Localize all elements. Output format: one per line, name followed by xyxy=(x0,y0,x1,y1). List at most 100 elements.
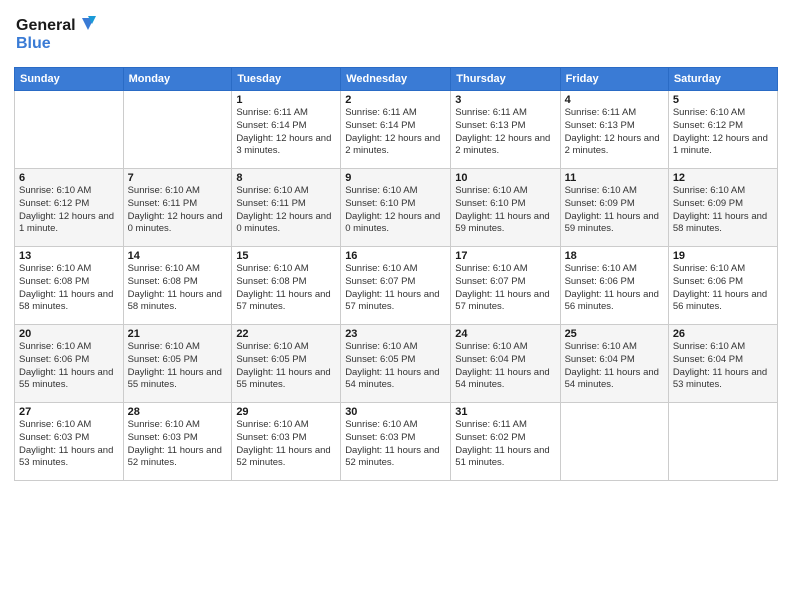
logo-icon: General Blue xyxy=(14,10,104,54)
day-number: 8 xyxy=(236,172,336,184)
day-info: Sunrise: 6:10 AM Sunset: 6:09 PM Dayligh… xyxy=(565,185,664,236)
day-info: Sunrise: 6:11 AM Sunset: 6:13 PM Dayligh… xyxy=(455,107,555,158)
logo: General Blue xyxy=(14,10,104,59)
day-number: 5 xyxy=(673,94,773,106)
day-number: 7 xyxy=(128,172,228,184)
day-info: Sunrise: 6:11 AM Sunset: 6:14 PM Dayligh… xyxy=(345,107,446,158)
day-cell xyxy=(15,91,124,169)
day-info: Sunrise: 6:10 AM Sunset: 6:03 PM Dayligh… xyxy=(128,419,228,470)
day-cell: 19Sunrise: 6:10 AM Sunset: 6:06 PM Dayli… xyxy=(668,247,777,325)
header-cell-monday: Monday xyxy=(123,68,232,91)
day-info: Sunrise: 6:10 AM Sunset: 6:05 PM Dayligh… xyxy=(128,341,228,392)
day-cell xyxy=(668,403,777,481)
day-number: 31 xyxy=(455,406,555,418)
day-info: Sunrise: 6:10 AM Sunset: 6:12 PM Dayligh… xyxy=(19,185,119,236)
day-cell xyxy=(123,91,232,169)
day-info: Sunrise: 6:10 AM Sunset: 6:11 PM Dayligh… xyxy=(128,185,228,236)
day-info: Sunrise: 6:10 AM Sunset: 6:05 PM Dayligh… xyxy=(236,341,336,392)
day-number: 29 xyxy=(236,406,336,418)
day-cell: 2Sunrise: 6:11 AM Sunset: 6:14 PM Daylig… xyxy=(341,91,451,169)
day-info: Sunrise: 6:10 AM Sunset: 6:06 PM Dayligh… xyxy=(565,263,664,314)
day-cell: 13Sunrise: 6:10 AM Sunset: 6:08 PM Dayli… xyxy=(15,247,124,325)
day-number: 3 xyxy=(455,94,555,106)
day-number: 23 xyxy=(345,328,446,340)
day-info: Sunrise: 6:10 AM Sunset: 6:05 PM Dayligh… xyxy=(345,341,446,392)
day-number: 30 xyxy=(345,406,446,418)
day-info: Sunrise: 6:10 AM Sunset: 6:03 PM Dayligh… xyxy=(19,419,119,470)
day-cell: 5Sunrise: 6:10 AM Sunset: 6:12 PM Daylig… xyxy=(668,91,777,169)
day-info: Sunrise: 6:10 AM Sunset: 6:04 PM Dayligh… xyxy=(455,341,555,392)
day-cell: 23Sunrise: 6:10 AM Sunset: 6:05 PM Dayli… xyxy=(341,325,451,403)
day-number: 26 xyxy=(673,328,773,340)
day-number: 2 xyxy=(345,94,446,106)
day-number: 24 xyxy=(455,328,555,340)
day-cell: 29Sunrise: 6:10 AM Sunset: 6:03 PM Dayli… xyxy=(232,403,341,481)
day-number: 17 xyxy=(455,250,555,262)
day-info: Sunrise: 6:10 AM Sunset: 6:03 PM Dayligh… xyxy=(236,419,336,470)
day-cell: 17Sunrise: 6:10 AM Sunset: 6:07 PM Dayli… xyxy=(451,247,560,325)
day-info: Sunrise: 6:10 AM Sunset: 6:03 PM Dayligh… xyxy=(345,419,446,470)
page: General Blue SundayMondayTuesdayWednesda… xyxy=(0,0,792,612)
header-cell-thursday: Thursday xyxy=(451,68,560,91)
day-info: Sunrise: 6:11 AM Sunset: 6:13 PM Dayligh… xyxy=(565,107,664,158)
day-cell: 24Sunrise: 6:10 AM Sunset: 6:04 PM Dayli… xyxy=(451,325,560,403)
day-info: Sunrise: 6:10 AM Sunset: 6:09 PM Dayligh… xyxy=(673,185,773,236)
day-number: 13 xyxy=(19,250,119,262)
week-row-4: 20Sunrise: 6:10 AM Sunset: 6:06 PM Dayli… xyxy=(15,325,778,403)
day-cell: 26Sunrise: 6:10 AM Sunset: 6:04 PM Dayli… xyxy=(668,325,777,403)
day-cell: 15Sunrise: 6:10 AM Sunset: 6:08 PM Dayli… xyxy=(232,247,341,325)
day-cell: 28Sunrise: 6:10 AM Sunset: 6:03 PM Dayli… xyxy=(123,403,232,481)
svg-text:General: General xyxy=(16,17,76,34)
day-cell: 21Sunrise: 6:10 AM Sunset: 6:05 PM Dayli… xyxy=(123,325,232,403)
header-cell-sunday: Sunday xyxy=(15,68,124,91)
day-info: Sunrise: 6:11 AM Sunset: 6:14 PM Dayligh… xyxy=(236,107,336,158)
day-info: Sunrise: 6:10 AM Sunset: 6:07 PM Dayligh… xyxy=(345,263,446,314)
day-cell: 1Sunrise: 6:11 AM Sunset: 6:14 PM Daylig… xyxy=(232,91,341,169)
header-cell-saturday: Saturday xyxy=(668,68,777,91)
day-number: 27 xyxy=(19,406,119,418)
header-cell-wednesday: Wednesday xyxy=(341,68,451,91)
day-number: 18 xyxy=(565,250,664,262)
day-info: Sunrise: 6:11 AM Sunset: 6:02 PM Dayligh… xyxy=(455,419,555,470)
week-row-2: 6Sunrise: 6:10 AM Sunset: 6:12 PM Daylig… xyxy=(15,169,778,247)
day-info: Sunrise: 6:10 AM Sunset: 6:10 PM Dayligh… xyxy=(345,185,446,236)
day-cell: 16Sunrise: 6:10 AM Sunset: 6:07 PM Dayli… xyxy=(341,247,451,325)
day-info: Sunrise: 6:10 AM Sunset: 6:06 PM Dayligh… xyxy=(19,341,119,392)
day-info: Sunrise: 6:10 AM Sunset: 6:10 PM Dayligh… xyxy=(455,185,555,236)
day-cell: 9Sunrise: 6:10 AM Sunset: 6:10 PM Daylig… xyxy=(341,169,451,247)
day-cell: 18Sunrise: 6:10 AM Sunset: 6:06 PM Dayli… xyxy=(560,247,668,325)
day-cell: 6Sunrise: 6:10 AM Sunset: 6:12 PM Daylig… xyxy=(15,169,124,247)
day-info: Sunrise: 6:10 AM Sunset: 6:06 PM Dayligh… xyxy=(673,263,773,314)
day-number: 25 xyxy=(565,328,664,340)
day-info: Sunrise: 6:10 AM Sunset: 6:08 PM Dayligh… xyxy=(19,263,119,314)
day-number: 4 xyxy=(565,94,664,106)
day-number: 14 xyxy=(128,250,228,262)
day-cell: 12Sunrise: 6:10 AM Sunset: 6:09 PM Dayli… xyxy=(668,169,777,247)
day-cell: 4Sunrise: 6:11 AM Sunset: 6:13 PM Daylig… xyxy=(560,91,668,169)
day-cell: 8Sunrise: 6:10 AM Sunset: 6:11 PM Daylig… xyxy=(232,169,341,247)
day-info: Sunrise: 6:10 AM Sunset: 6:04 PM Dayligh… xyxy=(565,341,664,392)
day-cell: 22Sunrise: 6:10 AM Sunset: 6:05 PM Dayli… xyxy=(232,325,341,403)
day-number: 19 xyxy=(673,250,773,262)
day-cell: 31Sunrise: 6:11 AM Sunset: 6:02 PM Dayli… xyxy=(451,403,560,481)
header-cell-friday: Friday xyxy=(560,68,668,91)
day-cell: 14Sunrise: 6:10 AM Sunset: 6:08 PM Dayli… xyxy=(123,247,232,325)
day-info: Sunrise: 6:10 AM Sunset: 6:04 PM Dayligh… xyxy=(673,341,773,392)
week-row-1: 1Sunrise: 6:11 AM Sunset: 6:14 PM Daylig… xyxy=(15,91,778,169)
day-cell: 10Sunrise: 6:10 AM Sunset: 6:10 PM Dayli… xyxy=(451,169,560,247)
day-number: 16 xyxy=(345,250,446,262)
day-number: 12 xyxy=(673,172,773,184)
day-info: Sunrise: 6:10 AM Sunset: 6:08 PM Dayligh… xyxy=(236,263,336,314)
day-cell: 30Sunrise: 6:10 AM Sunset: 6:03 PM Dayli… xyxy=(341,403,451,481)
day-info: Sunrise: 6:10 AM Sunset: 6:11 PM Dayligh… xyxy=(236,185,336,236)
week-row-3: 13Sunrise: 6:10 AM Sunset: 6:08 PM Dayli… xyxy=(15,247,778,325)
day-number: 9 xyxy=(345,172,446,184)
day-number: 1 xyxy=(236,94,336,106)
day-number: 20 xyxy=(19,328,119,340)
header-row: SundayMondayTuesdayWednesdayThursdayFrid… xyxy=(15,68,778,91)
day-cell: 20Sunrise: 6:10 AM Sunset: 6:06 PM Dayli… xyxy=(15,325,124,403)
day-info: Sunrise: 6:10 AM Sunset: 6:08 PM Dayligh… xyxy=(128,263,228,314)
header: General Blue xyxy=(14,10,778,59)
day-number: 28 xyxy=(128,406,228,418)
day-cell: 3Sunrise: 6:11 AM Sunset: 6:13 PM Daylig… xyxy=(451,91,560,169)
